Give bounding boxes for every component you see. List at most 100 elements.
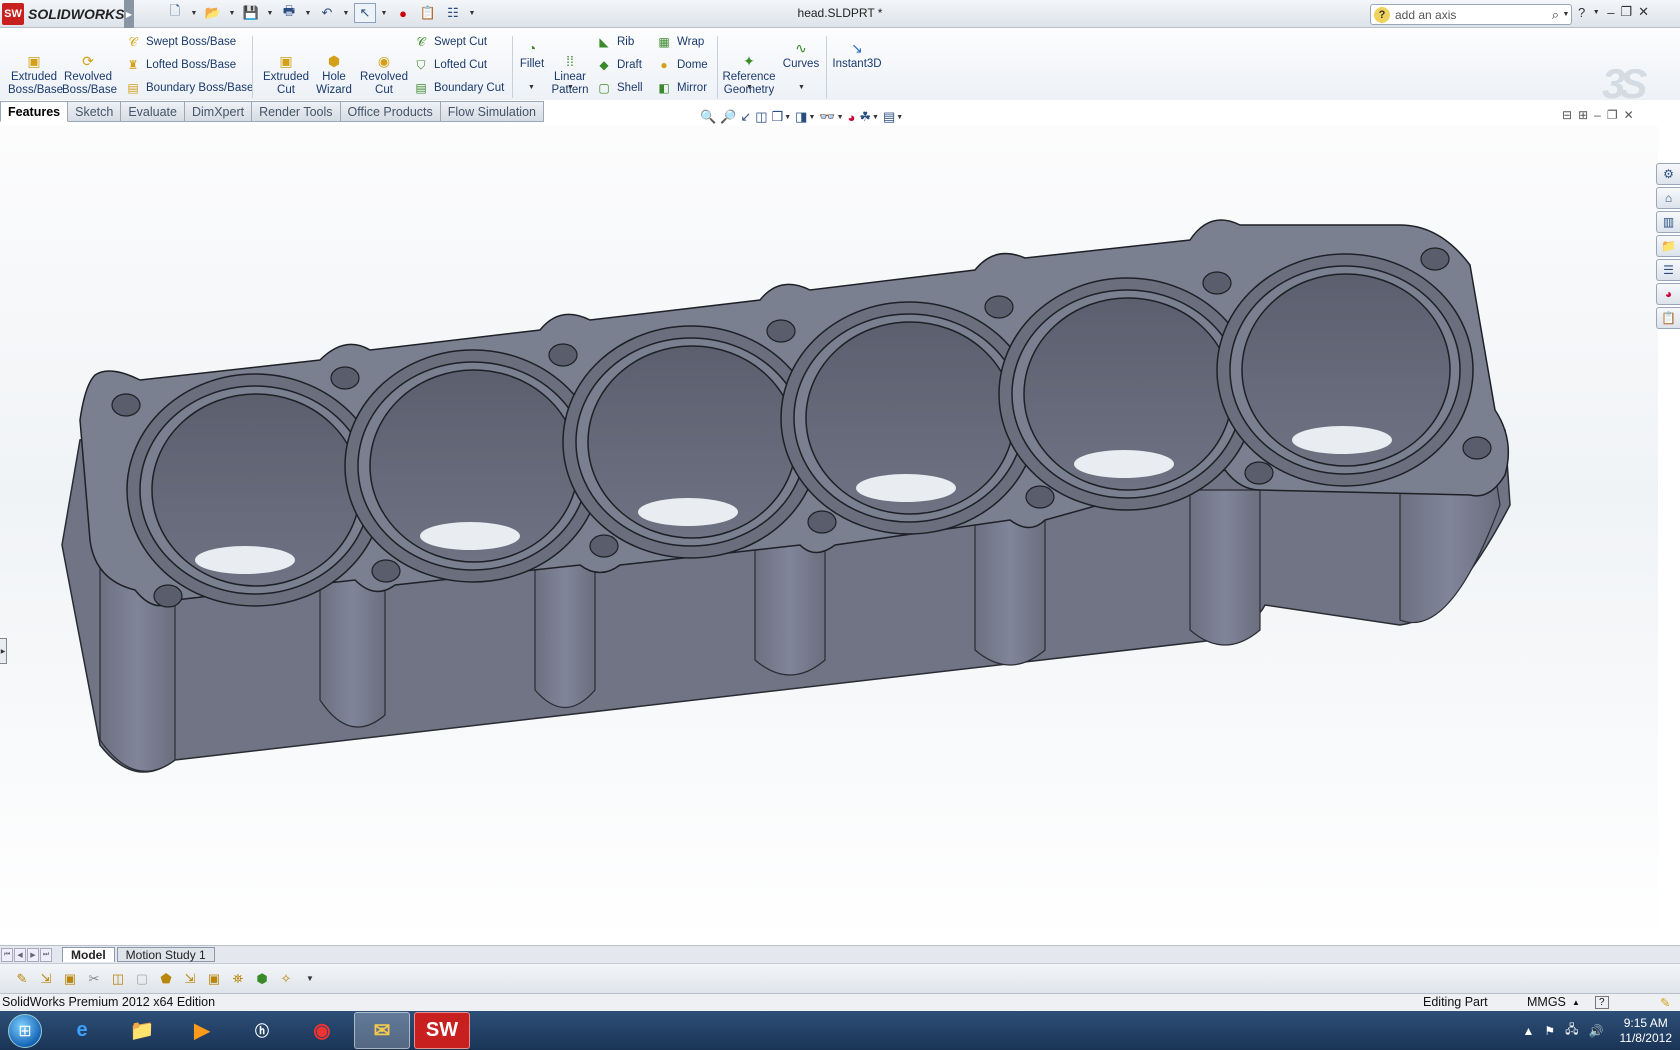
appearances-icon[interactable]: ◕ <box>1656 283 1680 305</box>
repair-sketch-icon[interactable]: ⬢ <box>252 969 272 989</box>
convert-entities-icon[interactable]: ◫ <box>108 969 128 989</box>
swept-cut-button[interactable]: 𝒞 Swept Cut <box>413 33 487 51</box>
view-palette-icon[interactable]: ☰ <box>1656 259 1680 281</box>
tab-flow-simulation[interactable]: Flow Simulation <box>440 101 544 122</box>
cylinder-head-model[interactable] <box>0 126 1658 946</box>
print-icon[interactable]: 🖶 <box>278 3 300 23</box>
linear-sketch-pattern-icon[interactable]: ⇲ <box>180 969 200 989</box>
display-relations-icon[interactable]: ⛯ <box>228 969 248 989</box>
boundary-boss-button[interactable]: ▤ Boundary Boss/Base <box>125 79 253 97</box>
graphics-area[interactable]: ▶ Y Z <box>0 126 1658 1014</box>
internet-explorer-icon[interactable]: e <box>54 1012 110 1049</box>
outlook-icon[interactable]: ✉ <box>354 1012 410 1049</box>
sketch-line-icon[interactable]: ▣ <box>60 969 80 989</box>
extruded-boss-button[interactable]: ▣ Extruded Boss/Base <box>8 40 63 97</box>
undo-dropdown-arrow[interactable]: ▼ <box>341 10 351 17</box>
rebuild-status-icon[interactable]: ✎ <box>1660 995 1670 1010</box>
view-orientation-icon[interactable]: ❒ ▼ <box>772 108 792 126</box>
options-dropdown-arrow[interactable]: ▼ <box>467 10 477 17</box>
undo-icon[interactable]: ↶ <box>316 3 338 23</box>
zoom-to-area-icon[interactable]: 🔎 <box>720 108 736 126</box>
search-box[interactable]: ? ⌕ ▼ <box>1370 4 1572 25</box>
menu-flyout-arrow[interactable]: ▶ <box>124 0 134 28</box>
previous-view-icon[interactable]: ↙ <box>740 108 751 126</box>
custom-properties-icon[interactable]: 📋 <box>1656 307 1680 329</box>
tab-model[interactable]: Model <box>62 947 115 962</box>
pattern-dropdown-arrow[interactable]: ▼ <box>567 84 574 91</box>
section-view-icon[interactable]: ◫ <box>755 108 767 126</box>
solidworks-resources-icon[interactable]: ⚙ <box>1656 163 1680 185</box>
quick-snaps-icon[interactable]: ✧ <box>276 969 296 989</box>
search-icon[interactable]: ⌕ <box>1552 7 1559 23</box>
tab-evaluate[interactable]: Evaluate <box>121 101 185 122</box>
mirror-button[interactable]: ◧ Mirror <box>656 79 707 97</box>
quick-tips-help-icon[interactable]: ? <box>1595 996 1609 1009</box>
volume-icon[interactable]: 🔊 <box>1589 1024 1604 1038</box>
clock[interactable]: 9:15 AM 11/8/2012 <box>1620 1016 1673 1046</box>
prev-tab-arrow[interactable]: ◀ <box>14 947 26 962</box>
hide-show-items-icon[interactable]: 👓 ▼ <box>819 108 843 126</box>
apply-scene-icon[interactable]: ☘ ▼ <box>859 108 879 126</box>
boundary-cut-button[interactable]: ▤ Boundary Cut <box>413 79 504 97</box>
tab-office-products[interactable]: Office Products <box>340 101 441 122</box>
lofted-boss-button[interactable]: ♜ Lofted Boss/Base <box>125 56 237 74</box>
trim-entities-icon[interactable]: ✂ <box>84 969 104 989</box>
print-dropdown-arrow[interactable]: ▼ <box>303 10 313 17</box>
display-style-icon[interactable]: ◨ ▼ <box>795 108 815 126</box>
move-entities-icon[interactable]: ▣ <box>204 969 224 989</box>
save-dropdown-arrow[interactable]: ▼ <box>265 10 275 17</box>
options-icon[interactable]: ☷ <box>442 3 464 23</box>
windows-explorer-icon[interactable]: 📁 <box>114 1012 170 1049</box>
restore-icon[interactable]: ❐ <box>1620 4 1632 20</box>
curves-dropdown-arrow[interactable]: ▼ <box>798 84 805 91</box>
select-dropdown-arrow[interactable]: ▼ <box>379 10 389 17</box>
action-center-flag-icon[interactable]: ⚑ <box>1544 1024 1555 1038</box>
unit-system-selector[interactable]: MMGS <box>1527 995 1566 1009</box>
chrome-icon[interactable]: ◉ <box>294 1012 350 1049</box>
first-tab-arrow[interactable]: ⏮ <box>1 947 13 962</box>
revolved-boss-button[interactable]: ⟳ Revolved Boss/Base <box>62 40 117 97</box>
rebuild-traffic-light-icon[interactable]: ● <box>392 3 414 23</box>
viewport-close-icon[interactable]: ✕ <box>1624 108 1634 122</box>
solidworks-taskbar-icon[interactable]: SW <box>414 1012 470 1049</box>
network-icon[interactable]: 🖧 <box>1565 1020 1578 1041</box>
help-icon[interactable]: ? <box>1578 5 1585 20</box>
split-horizontal-icon[interactable]: ⊟ <box>1562 108 1572 122</box>
save-icon[interactable]: 💾 <box>240 3 262 23</box>
help-dropdown-arrow[interactable]: ▼ <box>1591 9 1601 16</box>
feature-manager-expand-handle[interactable]: ▶ <box>0 638 7 664</box>
curves-button[interactable]: ∿ Curves <box>781 40 821 71</box>
home-icon[interactable]: ⌂ <box>1656 187 1680 209</box>
minimize-icon[interactable]: – <box>1607 5 1614 20</box>
edit-appearance-icon[interactable]: ◕ <box>848 108 856 126</box>
search-dropdown-arrow[interactable]: ▼ <box>1561 11 1571 18</box>
split-vertical-icon[interactable]: ⊞ <box>1578 108 1588 122</box>
tab-dimxpert[interactable]: DimXpert <box>184 101 253 122</box>
show-hidden-icons-arrow[interactable]: ▲ <box>1523 1024 1535 1038</box>
tab-motion-study-1[interactable]: Motion Study 1 <box>116 947 215 962</box>
fillet-dropdown-arrow[interactable]: ▼ <box>528 84 535 91</box>
search-input[interactable] <box>1395 7 1552 22</box>
next-tab-arrow[interactable]: ▶ <box>27 947 39 962</box>
offset-entities-icon[interactable]: ▢ <box>132 969 152 989</box>
3d-sketch-icon[interactable]: ✎ <box>12 969 32 989</box>
last-tab-arrow[interactable]: ⏭ <box>40 947 52 962</box>
shell-button[interactable]: ▢ Shell <box>596 79 642 97</box>
toolbar-dropdown-arrow[interactable]: ▼ <box>300 969 320 989</box>
revolved-cut-button[interactable]: ◉ Revolved Cut <box>358 40 410 97</box>
media-player-icon[interactable]: ▶ <box>174 1012 230 1049</box>
tab-features[interactable]: Features <box>0 101 69 122</box>
instant3d-button[interactable]: ↘ Instant3D <box>829 40 885 71</box>
swept-boss-button[interactable]: 𝒞 Swept Boss/Base <box>125 33 237 51</box>
open-dropdown-arrow[interactable]: ▼ <box>227 10 237 17</box>
tab-render-tools[interactable]: Render Tools <box>252 101 341 122</box>
solidworks-logo[interactable]: SW SOLIDWORKS <box>2 3 124 25</box>
view-settings-icon[interactable]: ▤ ▼ <box>883 108 903 126</box>
lofted-cut-button[interactable]: ⛉ Lofted Cut <box>413 56 487 74</box>
new-dropdown-arrow[interactable]: ▼ <box>189 10 199 17</box>
tab-sketch[interactable]: Sketch <box>68 101 122 122</box>
fillet-button[interactable]: ◔ Fillet <box>515 40 549 71</box>
zoom-to-fit-icon[interactable]: 🔍 <box>700 108 716 126</box>
design-library-icon[interactable]: ▥ <box>1656 211 1680 233</box>
hp-icon[interactable]: ⓗ <box>234 1012 290 1049</box>
